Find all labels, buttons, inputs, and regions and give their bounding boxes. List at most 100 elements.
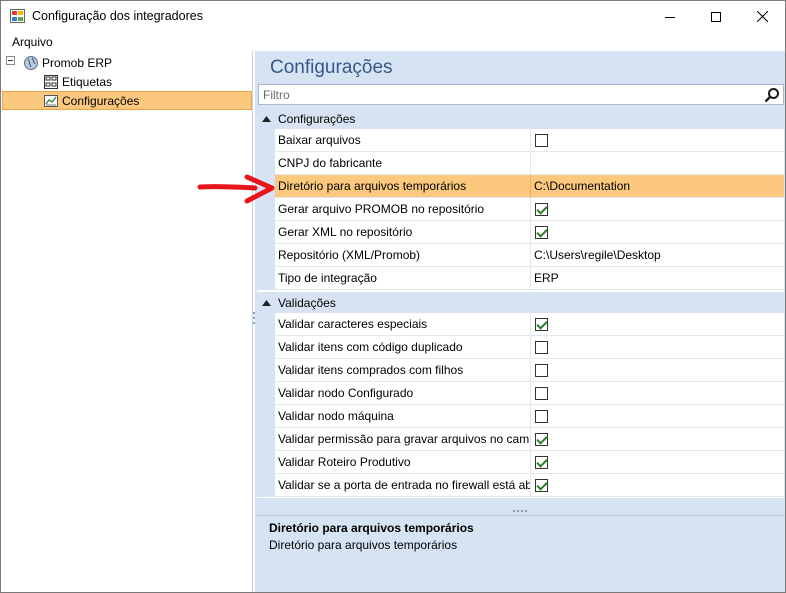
checkbox-caracteres[interactable] xyxy=(535,318,548,331)
property-value[interactable] xyxy=(531,221,784,244)
property-value[interactable] xyxy=(531,428,784,451)
property-value-tipo[interactable]: ERP xyxy=(531,267,784,290)
category-label: Configurações xyxy=(278,111,356,126)
property-value[interactable] xyxy=(531,129,784,152)
property-name: Validar se a porta de entrada no firewal… xyxy=(275,474,531,497)
row-gutter xyxy=(257,152,275,175)
app-window: Configuração dos integradores Arquivo Pr… xyxy=(0,0,786,593)
property-row[interactable]: Repositório (XML/Promob) C:\Users\regile… xyxy=(257,244,784,267)
row-gutter xyxy=(257,267,275,290)
property-row[interactable]: Validar Roteiro Produtivo xyxy=(257,451,784,474)
checkbox-roteiro-produtivo[interactable] xyxy=(535,456,548,469)
collapse-caret-icon[interactable] xyxy=(257,115,275,122)
property-name: Validar itens com código duplicado xyxy=(275,336,531,359)
tree-item-promob-erp[interactable]: Promob ERP xyxy=(23,53,112,72)
property-name: CNPJ do fabricante xyxy=(275,152,531,175)
property-row[interactable]: CNPJ do fabricante xyxy=(257,152,784,175)
checkbox-baixar-arquivos[interactable] xyxy=(535,134,548,147)
row-gutter xyxy=(257,451,275,474)
filter-box xyxy=(258,84,784,105)
window-title: Configuração dos integradores xyxy=(32,9,203,23)
search-icon[interactable] xyxy=(764,87,780,103)
property-row[interactable]: Baixar arquivos xyxy=(257,129,784,152)
property-value[interactable] xyxy=(531,198,784,221)
tree-collapse-toggle[interactable] xyxy=(6,56,15,65)
property-value[interactable] xyxy=(531,313,784,336)
property-name: Baixar arquivos xyxy=(275,129,531,152)
row-gutter xyxy=(257,129,275,152)
property-name: Validar nodo Configurado xyxy=(275,382,531,405)
row-gutter xyxy=(257,474,275,497)
property-row[interactable]: Validar se a porta de entrada no firewal… xyxy=(257,474,784,497)
property-name: Gerar XML no repositório xyxy=(275,221,531,244)
close-button[interactable] xyxy=(739,1,785,32)
checkbox-porta-firewall[interactable] xyxy=(535,479,548,492)
property-row[interactable]: Validar caracteres especiais xyxy=(257,313,784,336)
collapse-caret-icon[interactable] xyxy=(257,299,275,306)
property-value-temp-dir[interactable]: C:\Documentation xyxy=(531,175,784,198)
property-row-selected[interactable]: Diretório para arquivos temporários C:\D… xyxy=(257,175,784,198)
page-title: Configurações xyxy=(270,57,393,78)
checkbox-permissao-gravar[interactable] xyxy=(535,433,548,446)
tree-panel-background xyxy=(1,51,253,592)
property-name: Repositório (XML/Promob) xyxy=(275,244,531,267)
property-row[interactable]: Gerar arquivo PROMOB no repositório xyxy=(257,198,784,221)
checkbox-nodo-configurado[interactable] xyxy=(535,387,548,400)
minimize-button[interactable] xyxy=(647,1,693,32)
property-row[interactable]: Tipo de integração ERP xyxy=(257,267,784,290)
splitter-grip-icon xyxy=(513,510,527,512)
minimize-icon xyxy=(665,16,675,18)
checkbox-gerar-xml[interactable] xyxy=(535,226,548,239)
property-value[interactable] xyxy=(531,336,784,359)
property-value[interactable] xyxy=(531,382,784,405)
title-bar: Configuração dos integradores xyxy=(1,1,785,32)
property-value[interactable] xyxy=(531,474,784,497)
property-value[interactable] xyxy=(531,359,784,382)
property-grid: Configurações Baixar arquivos CNPJ do fa… xyxy=(257,108,784,498)
maximize-icon xyxy=(711,11,721,22)
property-row[interactable]: Validar nodo Configurado xyxy=(257,382,784,405)
property-name: Tipo de integração xyxy=(275,267,531,290)
description-body: Diretório para arquivos temporários xyxy=(269,538,458,552)
property-value-repositorio[interactable]: C:\Users\regile\Desktop xyxy=(531,244,784,267)
menu-arquivo[interactable]: Arquivo xyxy=(12,35,53,49)
property-value[interactable] xyxy=(531,405,784,428)
property-row[interactable]: Validar itens comprados com filhos xyxy=(257,359,784,382)
tree-item-label: Etiquetas xyxy=(62,74,113,89)
row-gutter xyxy=(257,359,275,382)
checkbox-gerar-promob[interactable] xyxy=(535,203,548,216)
property-name: Validar permissão para gravar arquivos n… xyxy=(275,428,531,451)
property-name: Validar Roteiro Produtivo xyxy=(275,451,531,474)
tree-item-label: Promob ERP xyxy=(42,55,113,70)
category-configuracoes[interactable]: Configurações xyxy=(257,108,784,129)
property-value-cnpj[interactable] xyxy=(531,152,784,175)
checkbox-comprados-filhos[interactable] xyxy=(535,364,548,377)
tree-item-configuracoes[interactable]: Configurações xyxy=(2,91,252,110)
property-row[interactable]: Validar itens com código duplicado xyxy=(257,336,784,359)
property-name: Diretório para arquivos temporários xyxy=(275,175,531,198)
description-panel: Diretório para arquivos temporários Dire… xyxy=(256,515,785,592)
row-gutter xyxy=(257,313,275,336)
property-name: Validar caracteres especiais xyxy=(275,313,531,336)
row-gutter xyxy=(257,336,275,359)
tree-item-etiquetas[interactable]: Etiquetas xyxy=(43,72,112,91)
app-icon xyxy=(10,9,25,23)
row-gutter xyxy=(257,428,275,451)
menu-bar: Arquivo xyxy=(1,32,785,51)
red-arrow-annotation-icon xyxy=(197,174,275,204)
checkbox-codigo-duplicado[interactable] xyxy=(535,341,548,354)
description-title: Diretório para arquivos temporários xyxy=(269,521,474,535)
checkbox-nodo-maquina[interactable] xyxy=(535,410,548,423)
property-row[interactable]: Validar nodo máquina xyxy=(257,405,784,428)
tree-item-label: Configurações xyxy=(62,93,140,108)
property-row[interactable]: Gerar XML no repositório xyxy=(257,221,784,244)
category-validacoes[interactable]: Validações xyxy=(257,292,784,313)
property-name: Validar nodo máquina xyxy=(275,405,531,428)
property-row[interactable]: Validar permissão para gravar arquivos n… xyxy=(257,428,784,451)
globe-icon xyxy=(24,55,38,70)
property-value[interactable] xyxy=(531,451,784,474)
property-name: Validar itens comprados com filhos xyxy=(275,359,531,382)
maximize-button[interactable] xyxy=(693,1,739,32)
filter-input[interactable] xyxy=(263,87,753,102)
row-gutter xyxy=(257,382,275,405)
